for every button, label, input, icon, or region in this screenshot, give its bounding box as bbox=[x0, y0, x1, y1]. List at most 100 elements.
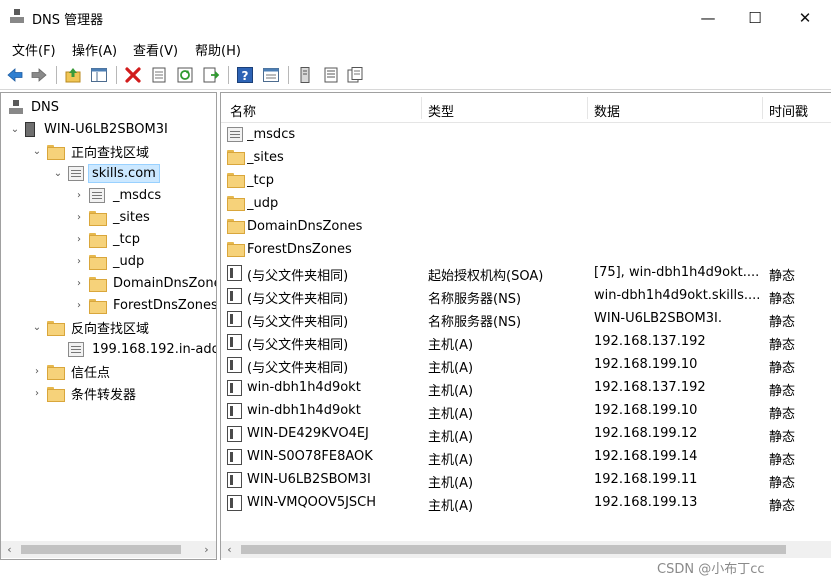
table-row[interactable]: (与父文件夹相同) 主机(A) 192.168.137.192 静态 bbox=[227, 330, 831, 353]
menu-view[interactable]: 查看(V) bbox=[133, 40, 178, 59]
chevron-right-icon[interactable]: › bbox=[73, 212, 85, 223]
properties-icon[interactable] bbox=[150, 66, 168, 84]
tree-label: _sites bbox=[113, 209, 150, 225]
scrollbar-thumb[interactable] bbox=[241, 545, 786, 554]
record-icon bbox=[227, 334, 242, 350]
menu-file[interactable]: 文件(F) bbox=[12, 40, 56, 59]
record-icon bbox=[227, 288, 242, 304]
tree-item-tcp[interactable]: › _tcp bbox=[73, 228, 143, 250]
tree-item-skills-com[interactable]: ⌄ skills.com bbox=[52, 162, 160, 184]
scroll-left-arrow[interactable]: ‹ bbox=[1, 541, 18, 558]
chevron-down-icon[interactable]: ⌄ bbox=[31, 146, 43, 157]
table-row[interactable]: (与父文件夹相同) 名称服务器(NS) WIN-U6LB2SBOM3I. 静态 bbox=[227, 307, 831, 330]
toolbar-separator bbox=[56, 66, 57, 84]
cell-name: (与父文件夹相同) bbox=[247, 361, 349, 376]
table-row[interactable]: (与父文件夹相同) 起始授权机构(SOA) [75], win-dbh1h4d9ok… bbox=[227, 261, 831, 284]
tree-item-conditional-forwarders[interactable]: › 条件转发器 bbox=[31, 382, 139, 404]
table-row[interactable]: WIN-DE429KVO4EJ 主机(A) 192.168.199.12 静态 bbox=[227, 422, 831, 445]
table-row[interactable]: win-dbh1h4d9okt 主机(A) 192.168.137.192 静态 bbox=[227, 376, 831, 399]
chevron-down-icon[interactable]: ⌄ bbox=[52, 168, 64, 179]
scrollbar-thumb[interactable] bbox=[21, 545, 181, 554]
tree-item-forestdnszones[interactable]: › ForestDnsZones bbox=[73, 294, 216, 316]
close-button[interactable]: ✕ bbox=[780, 0, 830, 35]
table-row[interactable]: WIN-S0O78FE8AOK 主机(A) 192.168.199.14 静态 bbox=[227, 445, 831, 468]
menu-help[interactable]: 帮助(H) bbox=[195, 40, 241, 59]
table-row[interactable]: (与父文件夹相同) 名称服务器(NS) win-dbh1h4d9okt.skills… bbox=[227, 284, 831, 307]
tree-item-sites[interactable]: › _sites bbox=[73, 206, 153, 228]
list-icon[interactable] bbox=[322, 66, 340, 84]
back-arrow-icon[interactable] bbox=[6, 66, 24, 84]
tree-label: _msdcs bbox=[113, 187, 162, 203]
cell-name: win-dbh1h4d9okt bbox=[247, 380, 361, 395]
column-header-data[interactable]: 数据 bbox=[594, 101, 620, 120]
chevron-down-icon[interactable]: ⌄ bbox=[9, 124, 21, 135]
table-row[interactable]: win-dbh1h4d9okt 主机(A) 192.168.199.10 静态 bbox=[227, 399, 831, 422]
chevron-right-icon[interactable]: › bbox=[73, 278, 85, 289]
column-header-type[interactable]: 类型 bbox=[428, 101, 454, 120]
column-divider[interactable] bbox=[762, 97, 763, 119]
chevron-right-icon[interactable]: › bbox=[31, 366, 43, 377]
help-icon[interactable]: ? bbox=[236, 66, 254, 84]
dns-icon bbox=[9, 99, 23, 115]
maximize-button[interactable]: ☐ bbox=[730, 0, 780, 35]
chevron-right-icon[interactable]: › bbox=[73, 300, 85, 311]
table-row[interactable]: _sites bbox=[227, 146, 831, 169]
cell-name: DomainDnsZones bbox=[247, 219, 363, 234]
copy-icon[interactable] bbox=[346, 66, 364, 84]
scroll-left-arrow[interactable]: ‹ bbox=[221, 541, 238, 558]
tree-item-reverse-zones[interactable]: ⌄ 反向查找区域 bbox=[31, 316, 152, 338]
cell-type: 主机(A) bbox=[428, 384, 474, 399]
menu-action[interactable]: 操作(A) bbox=[72, 40, 117, 59]
table-row[interactable]: _msdcs bbox=[227, 123, 831, 146]
table-row[interactable]: (与父文件夹相同) 主机(A) 192.168.199.10 静态 bbox=[227, 353, 831, 376]
chevron-right-icon[interactable]: › bbox=[73, 190, 85, 201]
tree-label: skills.com bbox=[88, 163, 160, 183]
tree-item-dns[interactable]: DNS bbox=[9, 96, 62, 118]
cell-name: _msdcs bbox=[247, 127, 296, 142]
minimize-button[interactable]: — bbox=[683, 0, 733, 35]
cell-timestamp: 静态 bbox=[769, 476, 796, 491]
scroll-right-arrow[interactable]: › bbox=[198, 541, 215, 558]
up-folder-icon[interactable] bbox=[64, 66, 82, 84]
tree-item-domaindnszones[interactable]: › DomainDnsZones bbox=[73, 272, 216, 294]
folder-icon bbox=[89, 254, 107, 270]
record-icon bbox=[227, 380, 242, 396]
cell-type: 起始授权机构(SOA) bbox=[428, 269, 544, 284]
column-divider[interactable] bbox=[587, 97, 588, 119]
table-row[interactable]: _tcp bbox=[227, 169, 831, 192]
chevron-right-icon[interactable]: › bbox=[73, 234, 85, 245]
chevron-right-icon[interactable]: › bbox=[73, 256, 85, 267]
cell-type: 主机(A) bbox=[428, 407, 474, 422]
tree-item-udp[interactable]: › _udp bbox=[73, 250, 147, 272]
tree-item-trust-points[interactable]: › 信任点 bbox=[31, 360, 113, 382]
cell-timestamp: 静态 bbox=[769, 315, 796, 330]
column-header-timestamp[interactable]: 时间戳 bbox=[769, 101, 808, 120]
table-row[interactable]: ForestDnsZones bbox=[227, 238, 831, 261]
tree-item-msdcs[interactable]: › _msdcs bbox=[73, 184, 164, 206]
tree-item-server[interactable]: ⌄ WIN-U6LB2SBOM3I bbox=[9, 118, 171, 140]
tree-item-forward-zones[interactable]: ⌄ 正向查找区域 bbox=[31, 140, 152, 162]
server-icon[interactable] bbox=[296, 66, 314, 84]
export-list-icon[interactable] bbox=[202, 66, 220, 84]
table-row[interactable]: WIN-U6LB2SBOM3I 主机(A) 192.168.199.11 静态 bbox=[227, 468, 831, 491]
tree-pane[interactable]: DNS ⌄ WIN-U6LB2SBOM3I ⌄ 正向查找区域 ⌄ skills.… bbox=[0, 92, 217, 560]
console-icon[interactable] bbox=[262, 66, 280, 84]
tree-label: DNS bbox=[31, 99, 59, 115]
show-hide-tree-icon[interactable] bbox=[90, 66, 108, 84]
table-row[interactable]: DomainDnsZones bbox=[227, 215, 831, 238]
delete-icon[interactable] bbox=[124, 66, 142, 84]
list-horizontal-scrollbar[interactable]: ‹ bbox=[221, 541, 831, 558]
tree-horizontal-scrollbar[interactable]: ‹ › bbox=[1, 541, 216, 558]
column-header-name[interactable]: 名称 bbox=[230, 101, 256, 120]
table-row[interactable]: _udp bbox=[227, 192, 831, 215]
forward-arrow-icon[interactable] bbox=[30, 66, 48, 84]
chevron-down-icon[interactable]: ⌄ bbox=[31, 322, 43, 333]
cell-timestamp: 静态 bbox=[769, 292, 796, 307]
chevron-right-icon[interactable]: › bbox=[31, 388, 43, 399]
refresh-icon[interactable] bbox=[176, 66, 194, 84]
record-list-pane[interactable]: 名称 类型 数据 时间戳 _msdcs _sites _tcp _udp DomainD… bbox=[220, 92, 831, 560]
table-row[interactable]: WIN-VMQOOV5JSCH 主机(A) 192.168.199.13 静态 bbox=[227, 491, 831, 514]
record-icon bbox=[227, 265, 242, 281]
column-divider[interactable] bbox=[421, 97, 422, 119]
tree-item-reverse-zone[interactable]: 199.168.192.in-addr bbox=[68, 338, 216, 360]
